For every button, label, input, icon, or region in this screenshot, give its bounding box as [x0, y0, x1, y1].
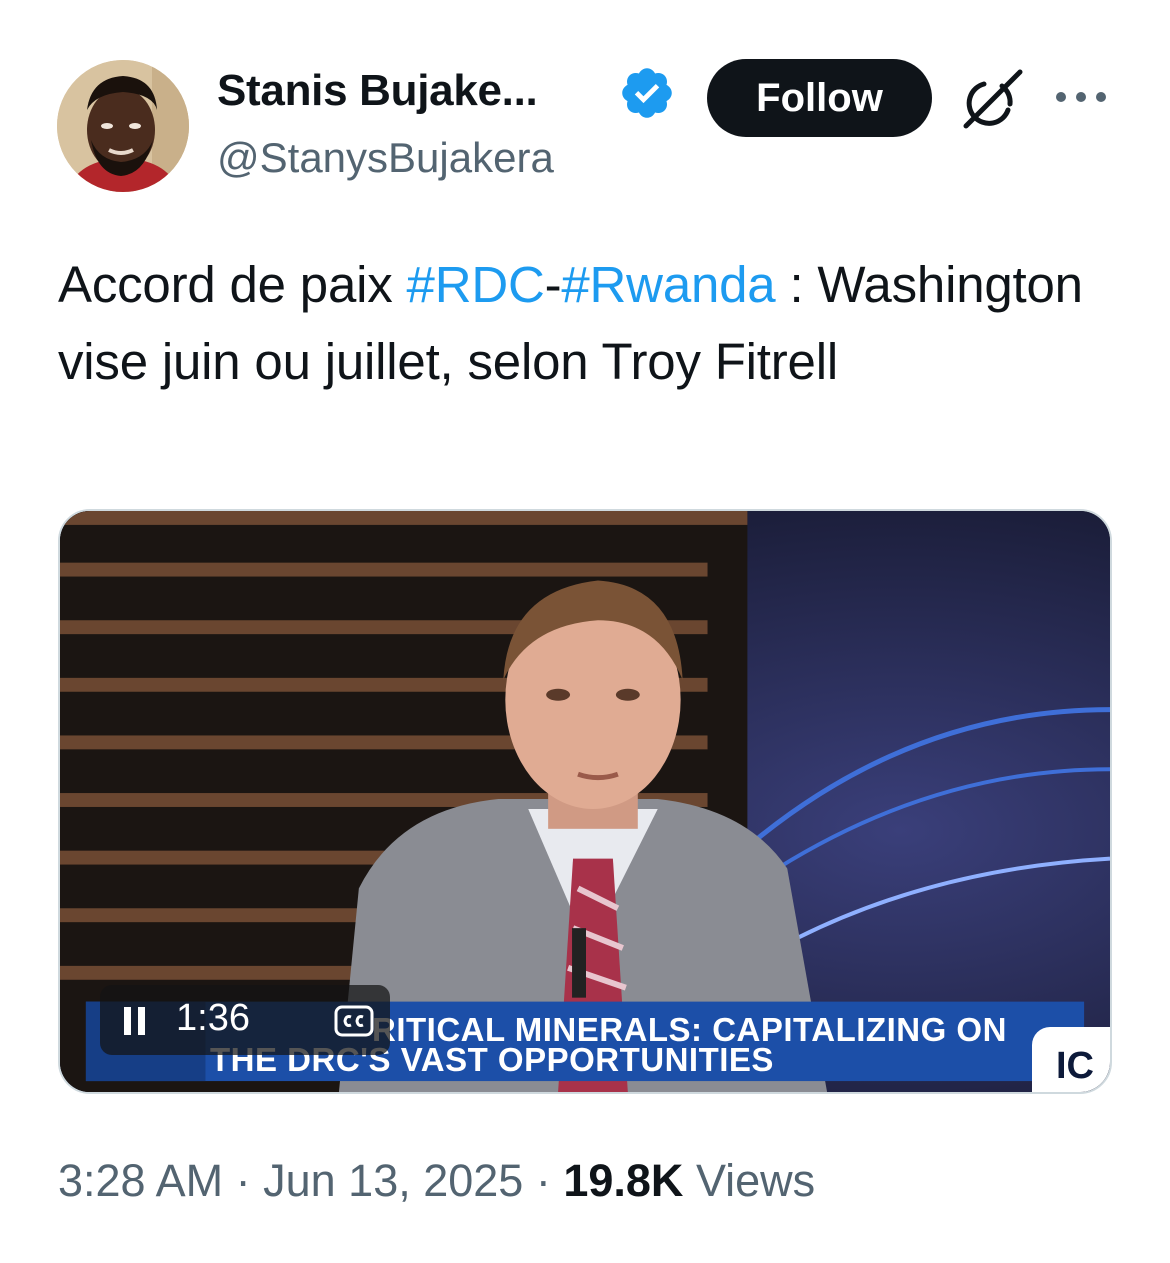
meta-separator: · — [223, 1155, 264, 1206]
follow-button[interactable]: Follow — [707, 59, 932, 137]
meta-separator: · — [523, 1155, 564, 1206]
tweet-meta: 3:28 AM · Jun 13, 2025 · 19.8K Views — [58, 1155, 815, 1207]
tweet-date-link[interactable]: Jun 13, 2025 — [263, 1155, 523, 1206]
video-player[interactable]: RITICAL MINERALS: CAPITALIZING ON THE DR… — [58, 509, 1112, 1094]
tweet-text-segment: Accord de paix — [58, 256, 407, 313]
grok-icon[interactable] — [958, 66, 1026, 132]
author-display-name[interactable]: Stanis Bujake... — [217, 66, 538, 116]
tweet-text-separator: - — [544, 256, 562, 313]
author-avatar[interactable] — [57, 60, 189, 192]
video-controls: 1:36 — [100, 985, 390, 1055]
tweet-text: Accord de paix #RDC-#Rwanda : Washington… — [58, 246, 1118, 400]
pause-icon[interactable] — [122, 1005, 148, 1037]
views-count[interactable]: 19.8K — [563, 1155, 683, 1206]
views-label: Views — [683, 1155, 816, 1206]
hashtag-rwanda-link[interactable]: #Rwanda — [561, 256, 775, 313]
tweet-time-link[interactable]: 3:28 AM — [58, 1155, 223, 1206]
author-handle[interactable]: @StanysBujakera — [217, 134, 554, 182]
verified-badge-icon[interactable] — [618, 64, 676, 122]
corner-badge-label: IC — [1056, 1045, 1094, 1087]
hashtag-rdc-link[interactable]: #RDC — [407, 256, 545, 313]
more-options-icon[interactable] — [1052, 82, 1110, 112]
avatar-image — [57, 60, 189, 192]
video-elapsed-time: 1:36 — [176, 997, 250, 1039]
closed-captions-icon — [334, 1005, 374, 1037]
captions-button[interactable] — [318, 995, 386, 1045]
